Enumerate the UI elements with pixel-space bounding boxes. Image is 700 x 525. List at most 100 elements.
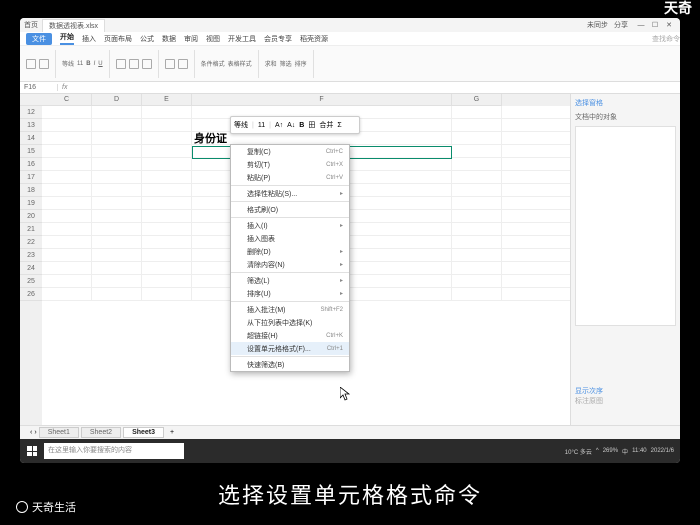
cell[interactable]	[42, 145, 92, 157]
row-20[interactable]: 20	[20, 210, 42, 223]
cell[interactable]	[42, 210, 92, 222]
cell[interactable]	[142, 288, 192, 300]
cell[interactable]	[142, 236, 192, 248]
mini-border-icon[interactable]: 田	[308, 120, 315, 130]
align-left-icon[interactable]	[116, 59, 126, 69]
font-size[interactable]: 11	[77, 61, 83, 67]
ctx-item[interactable]: 超链接(H)Ctrl+K	[231, 329, 349, 342]
tab-insert[interactable]: 插入	[82, 34, 96, 44]
tab-review[interactable]: 审阅	[184, 34, 198, 44]
fx-label[interactable]: fx	[58, 84, 71, 91]
cell[interactable]	[142, 145, 192, 157]
sum-button[interactable]: 求和	[265, 59, 277, 68]
cell[interactable]	[142, 275, 192, 287]
start-button[interactable]	[20, 439, 44, 463]
tab-nav-next[interactable]: ›	[34, 429, 36, 436]
cell[interactable]	[142, 197, 192, 209]
taskbar-search[interactable]: 在这里输入你要搜索的内容	[44, 443, 184, 459]
font-select[interactable]: 等线	[62, 59, 74, 68]
sheet-tab-2[interactable]: Sheet2	[81, 427, 121, 438]
table-style[interactable]: 表格样式	[228, 59, 252, 68]
cell[interactable]	[92, 145, 142, 157]
col-G[interactable]: G	[452, 94, 502, 106]
row-15[interactable]: 15	[20, 145, 42, 158]
cell[interactable]	[452, 106, 502, 118]
tab-member[interactable]: 会员专享	[264, 34, 292, 44]
ctx-item[interactable]: 排序(U)▸	[231, 287, 349, 300]
cell[interactable]	[452, 119, 502, 131]
cell[interactable]	[42, 197, 92, 209]
cell[interactable]	[142, 132, 192, 144]
tab-view[interactable]: 视图	[206, 34, 220, 44]
cell[interactable]	[452, 184, 502, 196]
name-box[interactable]: F16	[20, 84, 58, 91]
cell[interactable]	[452, 197, 502, 209]
context-menu[interactable]: 复制(C)Ctrl+C剪切(T)Ctrl+X粘贴(P)Ctrl+V选择性粘贴(S…	[230, 144, 350, 372]
cell[interactable]	[42, 236, 92, 248]
weather-widget[interactable]: 10°C 多云	[565, 447, 592, 456]
cell[interactable]	[92, 171, 142, 183]
cell[interactable]	[142, 262, 192, 274]
cell[interactable]	[452, 262, 502, 274]
mini-toolbar[interactable]: 等线 | 11 | A↑ A↓ B 田 合并 Σ	[230, 116, 360, 134]
cell[interactable]	[92, 288, 142, 300]
sync-status[interactable]: 未同步	[587, 20, 608, 30]
cell[interactable]	[452, 249, 502, 261]
cell[interactable]	[92, 119, 142, 131]
cell[interactable]	[42, 171, 92, 183]
clock-date[interactable]: 2022/1/6	[651, 448, 674, 454]
share-button[interactable]: 分享	[614, 20, 628, 30]
cell[interactable]	[142, 223, 192, 235]
percent-icon[interactable]	[178, 59, 188, 69]
cell[interactable]	[42, 249, 92, 261]
row-16[interactable]: 16	[20, 158, 42, 171]
close-button[interactable]: ✕	[662, 21, 676, 29]
ctx-item[interactable]: 剪切(T)Ctrl+X	[231, 158, 349, 171]
paste-icon[interactable]	[26, 59, 36, 69]
cell[interactable]	[452, 288, 502, 300]
filter-button[interactable]: 筛选	[280, 59, 292, 68]
sheet-tab-1[interactable]: Sheet1	[39, 427, 79, 438]
mini-merge[interactable]: 合并	[319, 120, 333, 130]
cell[interactable]	[452, 132, 502, 144]
cell[interactable]	[142, 119, 192, 131]
cell[interactable]	[42, 106, 92, 118]
col-D[interactable]: D	[92, 94, 142, 106]
cell[interactable]	[92, 210, 142, 222]
cell[interactable]	[452, 236, 502, 248]
add-sheet-button[interactable]: +	[166, 429, 178, 436]
sheet-tab-3[interactable]: Sheet3	[123, 427, 164, 438]
cell[interactable]	[42, 288, 92, 300]
align-center-icon[interactable]	[129, 59, 139, 69]
cell[interactable]	[142, 158, 192, 170]
document-tab[interactable]: 数据透视表.xlsx	[42, 19, 105, 32]
row-25[interactable]: 25	[20, 275, 42, 288]
tab-formula[interactable]: 公式	[140, 34, 154, 44]
pane-content[interactable]	[575, 126, 676, 326]
row-24[interactable]: 24	[20, 262, 42, 275]
ime-icon[interactable]: 中	[622, 447, 628, 456]
tab-nav-prev[interactable]: ‹	[30, 429, 32, 436]
ctx-item[interactable]: 插入(I)▸	[231, 219, 349, 232]
ctx-item[interactable]: 筛选(L)▸	[231, 274, 349, 287]
ctx-item[interactable]: 插入图表	[231, 232, 349, 245]
cell[interactable]	[452, 145, 502, 157]
cell[interactable]	[92, 223, 142, 235]
row-14[interactable]: 14	[20, 132, 42, 145]
cell[interactable]	[42, 223, 92, 235]
mini-font-larger[interactable]: A↑	[275, 122, 283, 129]
network-icon[interactable]: 269%	[603, 448, 618, 454]
col-E[interactable]: E	[142, 94, 192, 106]
cell[interactable]	[142, 171, 192, 183]
cell[interactable]	[42, 262, 92, 274]
cell[interactable]	[92, 197, 142, 209]
cell[interactable]	[452, 171, 502, 183]
row-17[interactable]: 17	[20, 171, 42, 184]
ctx-item[interactable]: 快速筛选(B)	[231, 358, 349, 371]
cell[interactable]	[92, 106, 142, 118]
cell[interactable]	[42, 275, 92, 287]
command-search[interactable]: 查找命令	[652, 34, 680, 44]
cell[interactable]	[452, 210, 502, 222]
mini-sum[interactable]: Σ	[337, 122, 341, 129]
minimize-button[interactable]: —	[634, 22, 648, 29]
